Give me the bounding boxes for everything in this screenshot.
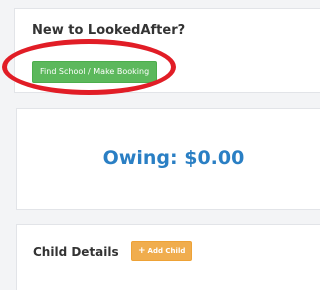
- add-child-button[interactable]: + Add Child: [131, 241, 193, 261]
- child-details-panel: Child Details + Add Child: [16, 224, 320, 290]
- find-school-button[interactable]: Find School / Make Booking: [32, 61, 158, 83]
- owing-panel: Owing: $0.00: [16, 108, 320, 210]
- new-user-panel: New to LookedAfter? Find School / Make B…: [14, 8, 320, 93]
- plus-icon: +: [138, 246, 146, 256]
- add-child-label: Add Child: [147, 247, 186, 255]
- new-user-heading: New to LookedAfter?: [32, 23, 186, 38]
- owing-amount: Owing: $0.00: [102, 147, 245, 169]
- child-details-heading: Child Details: [33, 245, 119, 259]
- page: New to LookedAfter? Find School / Make B…: [0, 0, 320, 290]
